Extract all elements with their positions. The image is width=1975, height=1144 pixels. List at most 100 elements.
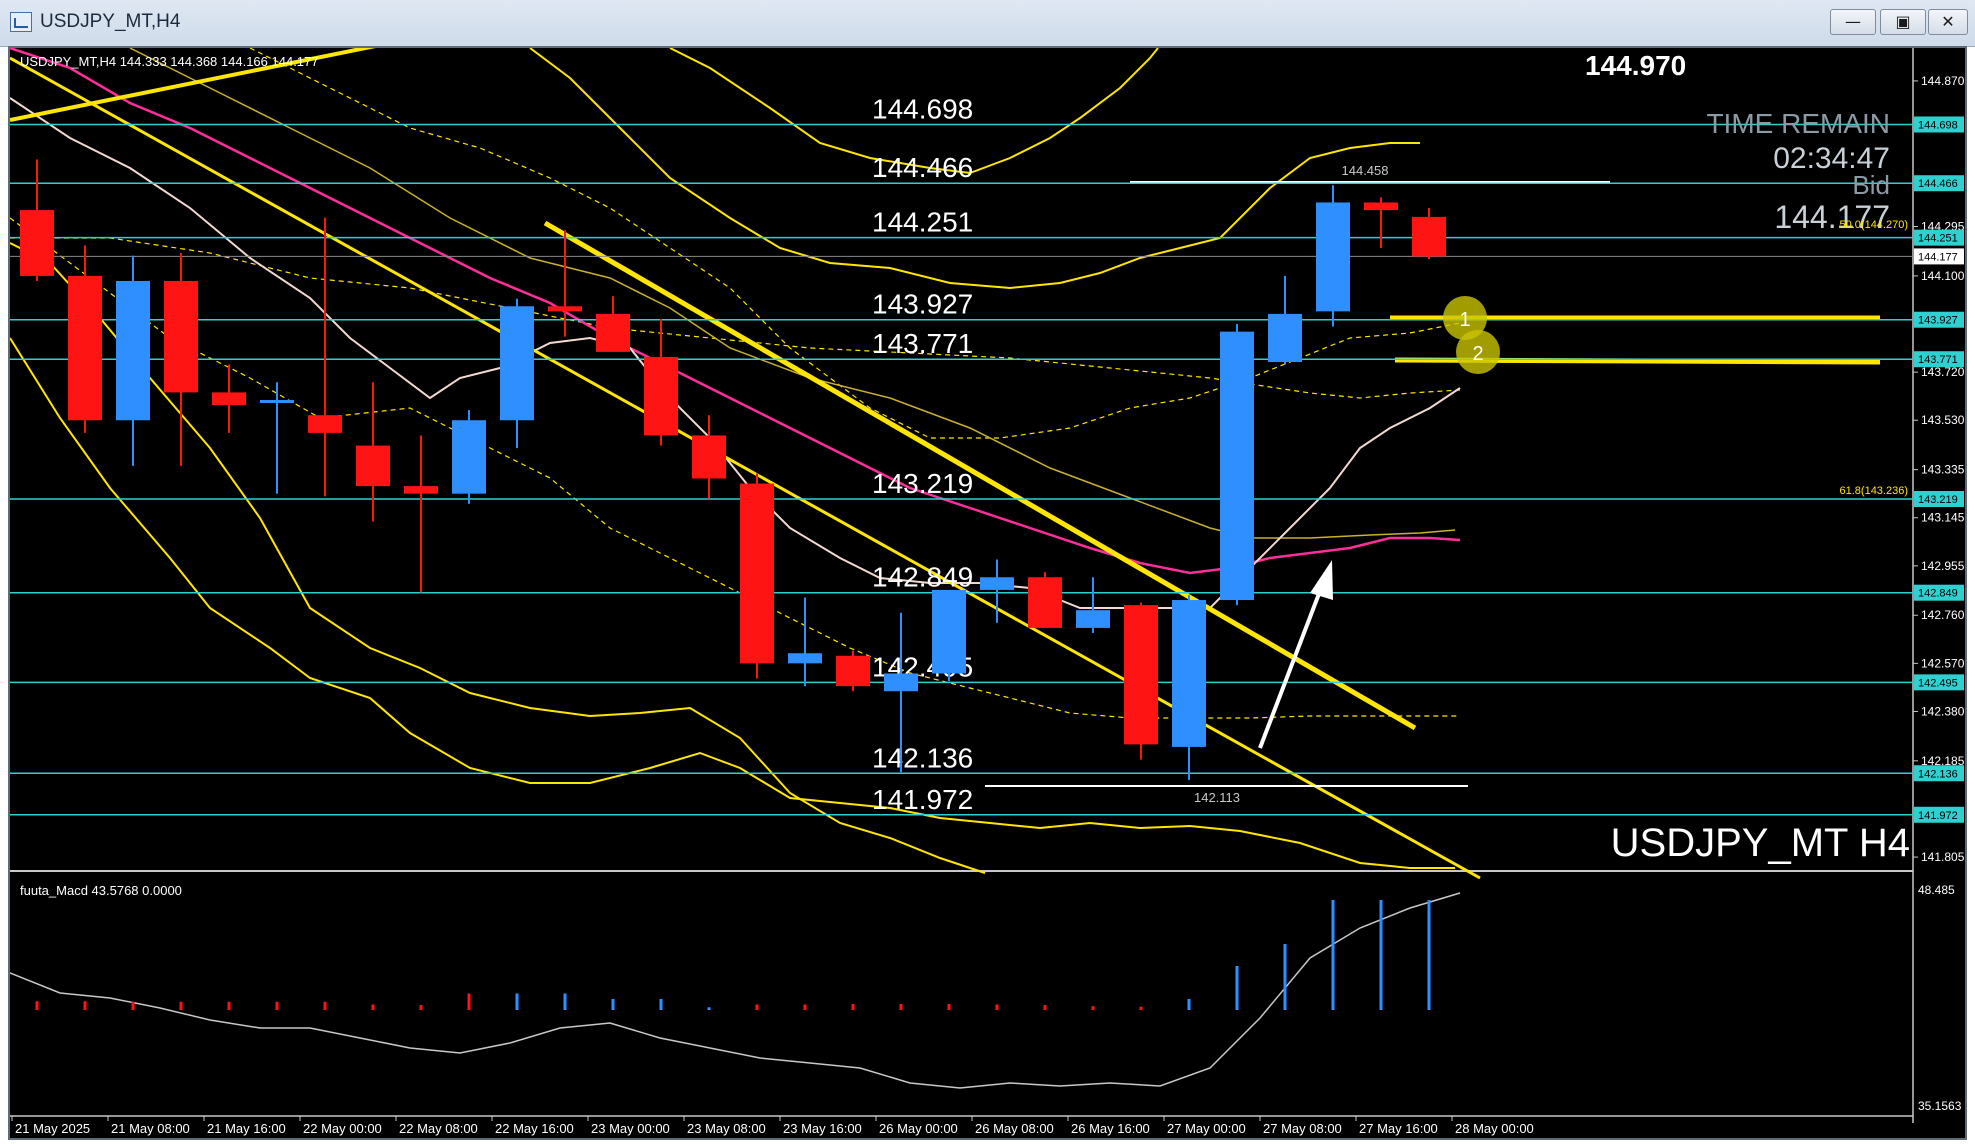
- level-label: 144.466: [872, 152, 973, 183]
- candle-body: [116, 280, 150, 421]
- time-tick-label: 23 May 16:00: [783, 1121, 862, 1136]
- level-price-tag-text: 144.698: [1918, 119, 1958, 131]
- candle-body: [884, 673, 918, 692]
- time-tick-label: 26 May 00:00: [879, 1121, 958, 1136]
- candle-body: [788, 653, 822, 664]
- price-tick-label: 144.100: [1921, 269, 1965, 283]
- fib-50-label: 50.0(144.270): [1840, 219, 1909, 231]
- price-tick-label: 141.805: [1921, 850, 1965, 864]
- chart-frame[interactable]: 144.698 144.466 144.251 143.927 143.771 143.2…: [8, 38, 1967, 1140]
- chart-window-icon: [10, 12, 32, 32]
- time-tick-label: 23 May 08:00: [687, 1121, 766, 1136]
- time-tick-label: 27 May 00:00: [1167, 1121, 1246, 1136]
- candle-body: [1268, 313, 1302, 363]
- level-price-tag-text: 143.771: [1918, 354, 1958, 366]
- candle[interactable]: [1316, 185, 1350, 327]
- level-label: 142.849: [872, 562, 973, 593]
- macd-info-label: fuuta_Macd 43.5768 0.0000: [20, 883, 182, 898]
- time-tick-label: 28 May 00:00: [1455, 1121, 1534, 1136]
- maximize-button[interactable]: ▣: [1880, 9, 1926, 35]
- candle[interactable]: [836, 650, 870, 692]
- candle-body: [452, 420, 486, 494]
- bid-label: Bid: [1852, 170, 1890, 200]
- candle-body: [1028, 577, 1062, 628]
- candle-body: [404, 486, 438, 494]
- level-label: 143.219: [872, 468, 973, 499]
- window-title: USDJPY_MT,H4: [40, 11, 181, 32]
- level-label: 141.972: [872, 784, 973, 815]
- candle-body: [68, 275, 102, 421]
- price-tick-label: 142.380: [1921, 704, 1965, 718]
- window-titlebar: USDJPY_MT,H4 — ▣ ✕: [0, 0, 1975, 47]
- current-price: 144.970: [1585, 50, 1686, 81]
- candle[interactable]: [932, 589, 966, 682]
- swing-high-label: 144.458: [1342, 163, 1389, 178]
- level-label: 144.698: [872, 93, 973, 124]
- candle-body: [644, 356, 678, 436]
- candle-body: [548, 306, 582, 312]
- candle-body: [1220, 331, 1254, 601]
- bid-price-tag-text: 144.177: [1918, 251, 1958, 263]
- chart-info-line: USDJPY_MT,H4 144.333 144.368 144.166 144…: [20, 54, 319, 69]
- candle-body: [1076, 610, 1110, 628]
- candle[interactable]: [452, 410, 486, 504]
- minimize-button[interactable]: —: [1830, 9, 1876, 35]
- time-tick-label: 27 May 08:00: [1263, 1121, 1342, 1136]
- candle-body: [836, 655, 870, 687]
- time-tick-label: 21 May 2025: [15, 1121, 90, 1136]
- time-tick-label: 26 May 08:00: [975, 1121, 1054, 1136]
- time-tick-label: 26 May 16:00: [1071, 1121, 1150, 1136]
- candle[interactable]: [740, 473, 774, 679]
- candle-body: [1172, 600, 1206, 747]
- macd-axis-bottom: 35.1563: [1918, 1099, 1962, 1113]
- minimize-icon: —: [1845, 12, 1861, 31]
- level-label: 143.927: [872, 289, 973, 320]
- time-tick-label: 21 May 16:00: [207, 1121, 286, 1136]
- candle-body: [308, 415, 342, 433]
- level-price-tag-text: 144.251: [1918, 233, 1958, 245]
- time-tick-label: 22 May 08:00: [399, 1121, 478, 1136]
- level-label: 142.136: [872, 742, 973, 773]
- candle-body: [1316, 202, 1350, 312]
- candle-body: [692, 435, 726, 479]
- candle-body: [1124, 605, 1158, 745]
- price-chart[interactable]: 144.698 144.466 144.251 143.927 143.771 143.2…: [9, 38, 1965, 1138]
- candle-body: [356, 445, 390, 487]
- level-price-tag-text: 142.849: [1918, 588, 1958, 600]
- level-price-tag-text: 141.972: [1918, 810, 1958, 822]
- level-price-tag-text: 143.219: [1918, 494, 1958, 506]
- time-tick-label: 22 May 16:00: [495, 1121, 574, 1136]
- close-button[interactable]: ✕: [1928, 9, 1968, 35]
- candle-body: [596, 313, 630, 352]
- price-tick-label: 143.720: [1921, 365, 1965, 379]
- level-price-tag-text: 142.136: [1918, 768, 1958, 780]
- swing-low-label: 142.113: [1194, 790, 1240, 805]
- candle[interactable]: [1028, 572, 1062, 628]
- time-tick-label: 23 May 00:00: [591, 1121, 670, 1136]
- candle-body: [740, 483, 774, 664]
- price-tick-label: 143.145: [1921, 511, 1965, 525]
- close-icon: ✕: [1941, 12, 1955, 31]
- maximize-icon: ▣: [1895, 12, 1911, 31]
- time-remain-label: TIME REMAIN: [1706, 108, 1890, 139]
- fib-618-label: 61.8(143.236): [1840, 485, 1909, 497]
- candle-body: [500, 306, 534, 421]
- candle[interactable]: [1124, 602, 1158, 760]
- price-tick-label: 142.955: [1921, 559, 1965, 573]
- candle-body: [20, 210, 54, 276]
- macd-axis-top: 48.485: [1918, 883, 1955, 897]
- candle-body: [212, 392, 246, 406]
- candle-body: [932, 589, 966, 674]
- time-tick-label: 27 May 16:00: [1359, 1121, 1438, 1136]
- price-tick-label: 142.570: [1921, 656, 1965, 670]
- candle[interactable]: [1220, 324, 1254, 606]
- level-price-tag-text: 143.927: [1918, 315, 1958, 327]
- price-tick-label: 142.760: [1921, 608, 1965, 622]
- price-tick-label: 143.335: [1921, 463, 1965, 477]
- price-tick-label: 144.870: [1921, 74, 1965, 88]
- level-label: 143.771: [872, 328, 973, 359]
- candle-body: [980, 577, 1014, 590]
- price-tick-label: 143.530: [1921, 413, 1965, 427]
- level-price-tag-text: 142.495: [1918, 677, 1958, 689]
- candle-body: [164, 280, 198, 393]
